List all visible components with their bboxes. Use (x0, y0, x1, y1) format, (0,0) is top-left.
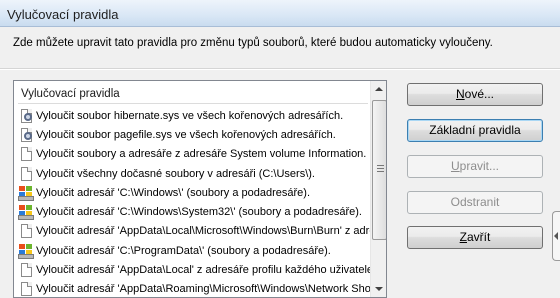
list-item-label: Vyloučit adresář 'C:\ProgramData\' (soub… (36, 244, 331, 257)
list-column-header[interactable]: Vylučovací pravidla (18, 84, 368, 104)
windows-drive-icon (18, 243, 34, 259)
list-item[interactable]: Vyloučit soubory a adresáře z adresáře S… (18, 145, 370, 164)
rules-rows: Vyloučit soubor hibernate.sys ve všech k… (18, 106, 370, 297)
list-item-label: Vyloučit adresář 'AppData\Roaming\Micros… (36, 283, 370, 296)
default-rules-button[interactable]: Základní pravidla (407, 119, 543, 142)
list-item[interactable]: Vyloučit soubor pagefile.sys ve všech ko… (18, 125, 370, 144)
list-item-label: Vyloučit soubory a adresáře z adresáře S… (36, 148, 367, 161)
button-label-rest: pravit... (459, 159, 500, 173)
windows-drive-icon (18, 204, 34, 221)
gear-file-icon (18, 108, 34, 124)
scroll-down-arrow-icon[interactable] (371, 280, 386, 297)
list-item-label: Vyloučit adresář 'C:\Windows\System32\' … (36, 206, 362, 219)
list-item[interactable]: Vyloučit adresář 'C:\Windows\' (soubory … (18, 183, 370, 202)
file-icon (18, 281, 34, 297)
list-item[interactable]: Vyloučit soubor hibernate.sys ve všech k… (18, 106, 370, 125)
rules-list[interactable]: Vylučovací pravidla Vyloučit soubor hibe… (13, 80, 387, 298)
file-icon (18, 146, 34, 162)
dialog-body: Zde můžete upravit tato pravidla pro změ… (0, 27, 560, 298)
grip-icon (377, 165, 384, 172)
list-item[interactable]: Vyloučit adresář 'AppData\Roaming\Micros… (18, 280, 370, 297)
list-item-label: Vyloučit adresář 'AppData\Local\Microsof… (36, 225, 370, 238)
list-item-label: Vyloučit adresář 'C:\Windows\' (soubory … (36, 186, 311, 199)
accelerator-key: U (450, 159, 460, 173)
separator (0, 68, 560, 70)
list-item[interactable]: Vyloučit adresář 'C:\ProgramData\' (soub… (18, 241, 370, 260)
window-title: Vylučovací pravidla (7, 7, 119, 22)
side-expand-tab[interactable] (552, 211, 560, 261)
list-item[interactable]: Vyloučit všechny dočasné soubory v adres… (18, 164, 370, 183)
list-item-label: Vyloučit soubor hibernate.sys ve všech k… (36, 109, 344, 122)
edit-rule-button[interactable]: Upravit... (407, 155, 543, 178)
list-item-label: Vyloučit adresář 'AppData\Local' z adres… (36, 264, 370, 277)
list-item-label: Vyloučit všechny dočasné soubory v adres… (36, 167, 315, 180)
vertical-scrollbar[interactable] (370, 81, 386, 297)
new-rule-button[interactable]: Nové... (407, 83, 543, 106)
file-icon (18, 262, 34, 278)
button-label-rest: avřít (467, 230, 491, 244)
accelerator-key: N (455, 87, 465, 101)
scrollbar-thumb[interactable] (372, 100, 386, 240)
intro-text: Zde můžete upravit tato pravidla pro změ… (13, 37, 493, 49)
scroll-up-arrow-icon[interactable] (371, 81, 386, 98)
gear-file-icon (18, 127, 34, 143)
list-item-label: Vyloučit soubor pagefile.sys ve všech ko… (36, 128, 336, 141)
list-item[interactable]: Vyloučit adresář 'C:\Windows\System32\' … (18, 202, 370, 221)
list-item[interactable]: Vyloučit adresář 'AppData\Local\Microsof… (18, 222, 370, 241)
file-icon (18, 166, 34, 182)
button-label-rest: ové... (464, 87, 495, 101)
accelerator-key: Z (459, 230, 467, 244)
title-bar: Vylučovací pravidla (0, 0, 560, 27)
remove-rule-button[interactable]: Odstranit (407, 191, 543, 214)
file-icon (18, 223, 34, 239)
close-button[interactable]: Zavřít (407, 226, 543, 249)
windows-drive-icon (18, 185, 34, 201)
list-item[interactable]: Vyloučit adresář 'AppData\Local' z adres… (18, 260, 370, 279)
